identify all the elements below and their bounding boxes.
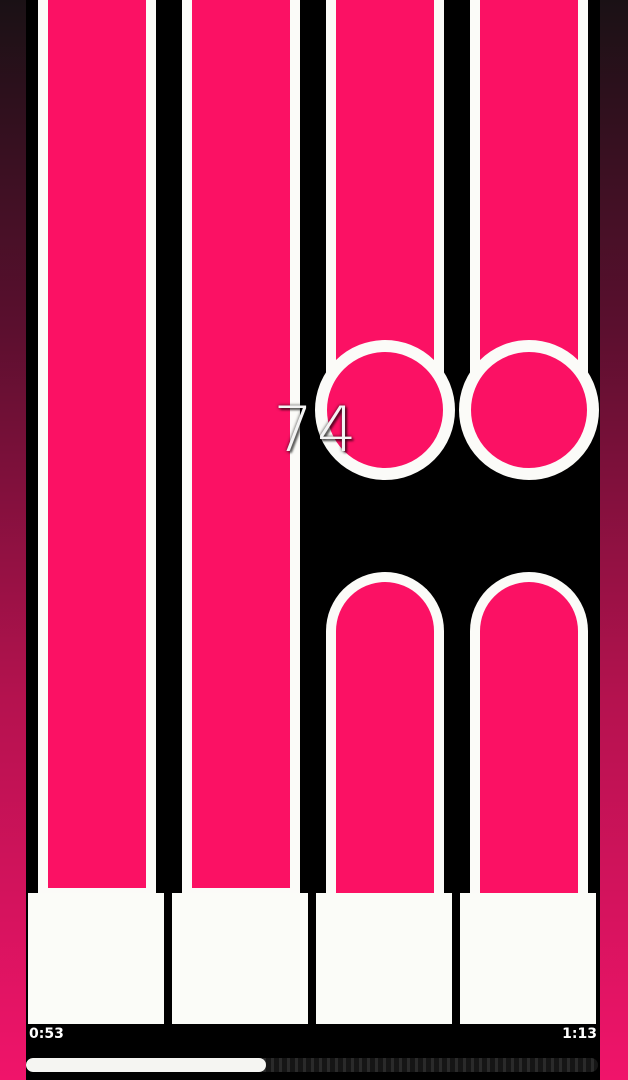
total-time: 1:13 [562, 1026, 597, 1042]
lane-3-hit-key[interactable] [316, 893, 452, 1024]
lane-1-hit-key[interactable] [28, 893, 164, 1024]
combo-counter: 74 [273, 393, 361, 466]
right-gradient-border [600, 0, 628, 1080]
lane-1-long-tile[interactable] [38, 0, 156, 898]
lane-2-hit-key[interactable] [172, 893, 308, 1024]
game-board[interactable]: 74 0:53 1:13 [26, 0, 600, 1080]
lane-3-incoming-tile[interactable] [326, 572, 444, 912]
left-gradient-border [0, 0, 26, 1080]
song-progress-fill [26, 1058, 267, 1072]
lane-4-hit-key[interactable] [460, 893, 596, 1024]
lane-4-incoming-tile[interactable] [470, 572, 588, 912]
lane-3-tile[interactable] [326, 0, 444, 395]
lane-4-tile[interactable] [470, 0, 588, 395]
lane-4-tile-end-ball[interactable] [459, 340, 599, 480]
song-progress-bar[interactable] [26, 1058, 598, 1072]
elapsed-time: 0:53 [29, 1026, 64, 1042]
